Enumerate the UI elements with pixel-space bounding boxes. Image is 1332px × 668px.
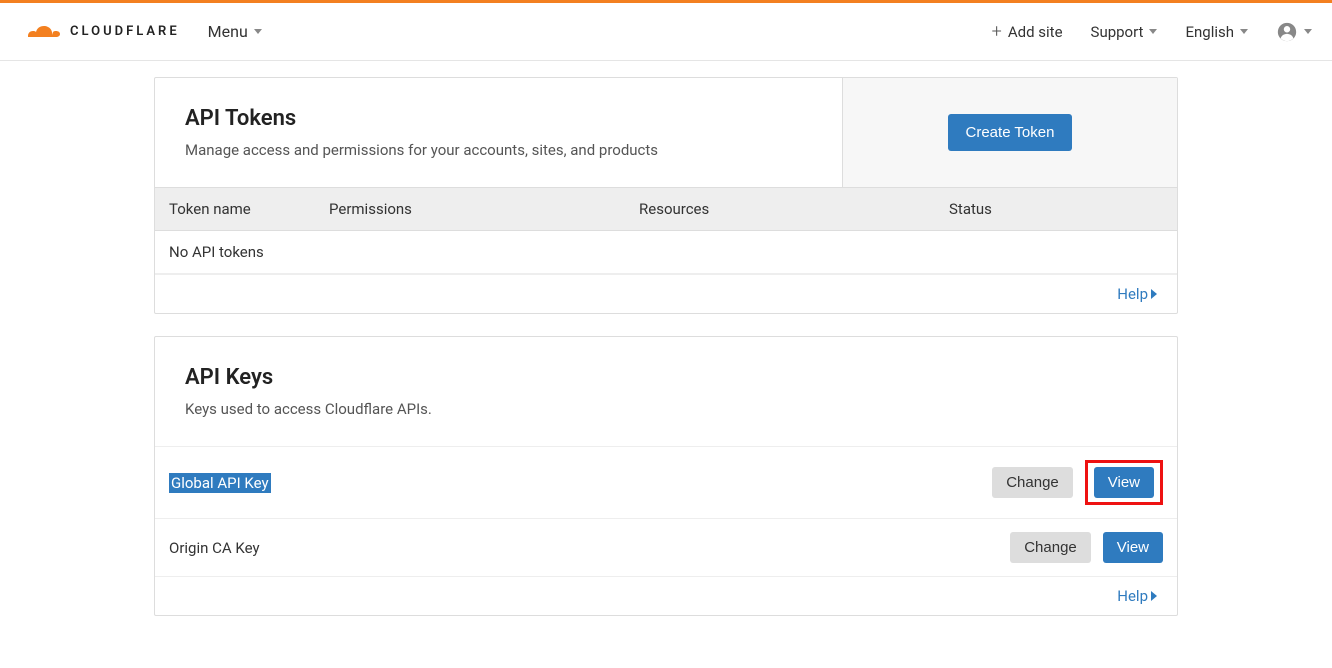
support-dropdown[interactable]: Support <box>1091 23 1158 41</box>
keys-help-row: Help <box>155 576 1177 615</box>
key-name: Global API Key <box>169 474 992 492</box>
chevron-down-icon <box>254 29 262 34</box>
keys-title: API Keys <box>185 365 1147 390</box>
help-label: Help <box>1117 285 1148 303</box>
plus-icon: + <box>992 23 1002 41</box>
brand-text: CLOUDFLARE <box>70 24 180 39</box>
view-button-origin[interactable]: View <box>1103 532 1163 563</box>
change-button-origin[interactable]: Change <box>1010 532 1091 563</box>
chevron-down-icon <box>1149 29 1157 34</box>
view-button-global[interactable]: View <box>1094 467 1154 498</box>
change-button-global[interactable]: Change <box>992 467 1073 498</box>
tokens-title: API Tokens <box>185 106 812 131</box>
cloudflare-icon <box>20 21 64 43</box>
tokens-subtitle: Manage access and permissions for your a… <box>185 141 812 159</box>
key-row-origin: Origin CA Key Change View <box>155 518 1177 576</box>
keys-help-link[interactable]: Help <box>1117 587 1157 605</box>
tokens-empty-row: No API tokens <box>155 231 1177 274</box>
card-header: API Tokens Manage access and permissions… <box>155 78 1177 187</box>
col-token-name: Token name <box>169 200 329 218</box>
col-resources: Resources <box>639 200 949 218</box>
logo[interactable]: CLOUDFLARE <box>20 21 180 43</box>
language-dropdown[interactable]: English <box>1185 23 1248 41</box>
menu-dropdown[interactable]: Menu <box>208 22 262 41</box>
keys-subtitle: Keys used to access Cloudflare APIs. <box>185 400 1147 418</box>
key-row-global: Global API Key Change View <box>155 446 1177 518</box>
chevron-right-icon <box>1151 289 1157 299</box>
tokens-help-link[interactable]: Help <box>1117 285 1157 303</box>
chevron-down-icon <box>1304 29 1312 34</box>
header: CLOUDFLARE Menu + Add site Support Engli… <box>0 3 1332 61</box>
support-label: Support <box>1091 23 1144 41</box>
tokens-help-row: Help <box>155 274 1177 313</box>
main-content: API Tokens Manage access and permissions… <box>154 61 1178 668</box>
api-tokens-card: API Tokens Manage access and permissions… <box>154 77 1178 314</box>
col-status: Status <box>949 200 1163 218</box>
menu-label: Menu <box>208 22 248 41</box>
highlight-annotation: View <box>1085 460 1163 505</box>
add-site-button[interactable]: + Add site <box>992 23 1063 41</box>
language-label: English <box>1185 23 1234 41</box>
key-label-global: Global API Key <box>169 473 271 493</box>
tokens-table-header: Token name Permissions Resources Status <box>155 187 1177 231</box>
key-label-origin: Origin CA Key <box>169 539 1010 557</box>
header-right: + Add site Support English <box>992 21 1312 43</box>
chevron-down-icon <box>1240 29 1248 34</box>
create-token-button[interactable]: Create Token <box>948 114 1073 151</box>
help-label: Help <box>1117 587 1148 605</box>
api-keys-card: API Keys Keys used to access Cloudflare … <box>154 336 1178 616</box>
user-menu[interactable] <box>1276 21 1312 43</box>
user-icon <box>1276 21 1298 43</box>
col-permissions: Permissions <box>329 200 639 218</box>
chevron-right-icon <box>1151 591 1157 601</box>
add-site-label: Add site <box>1008 23 1063 41</box>
